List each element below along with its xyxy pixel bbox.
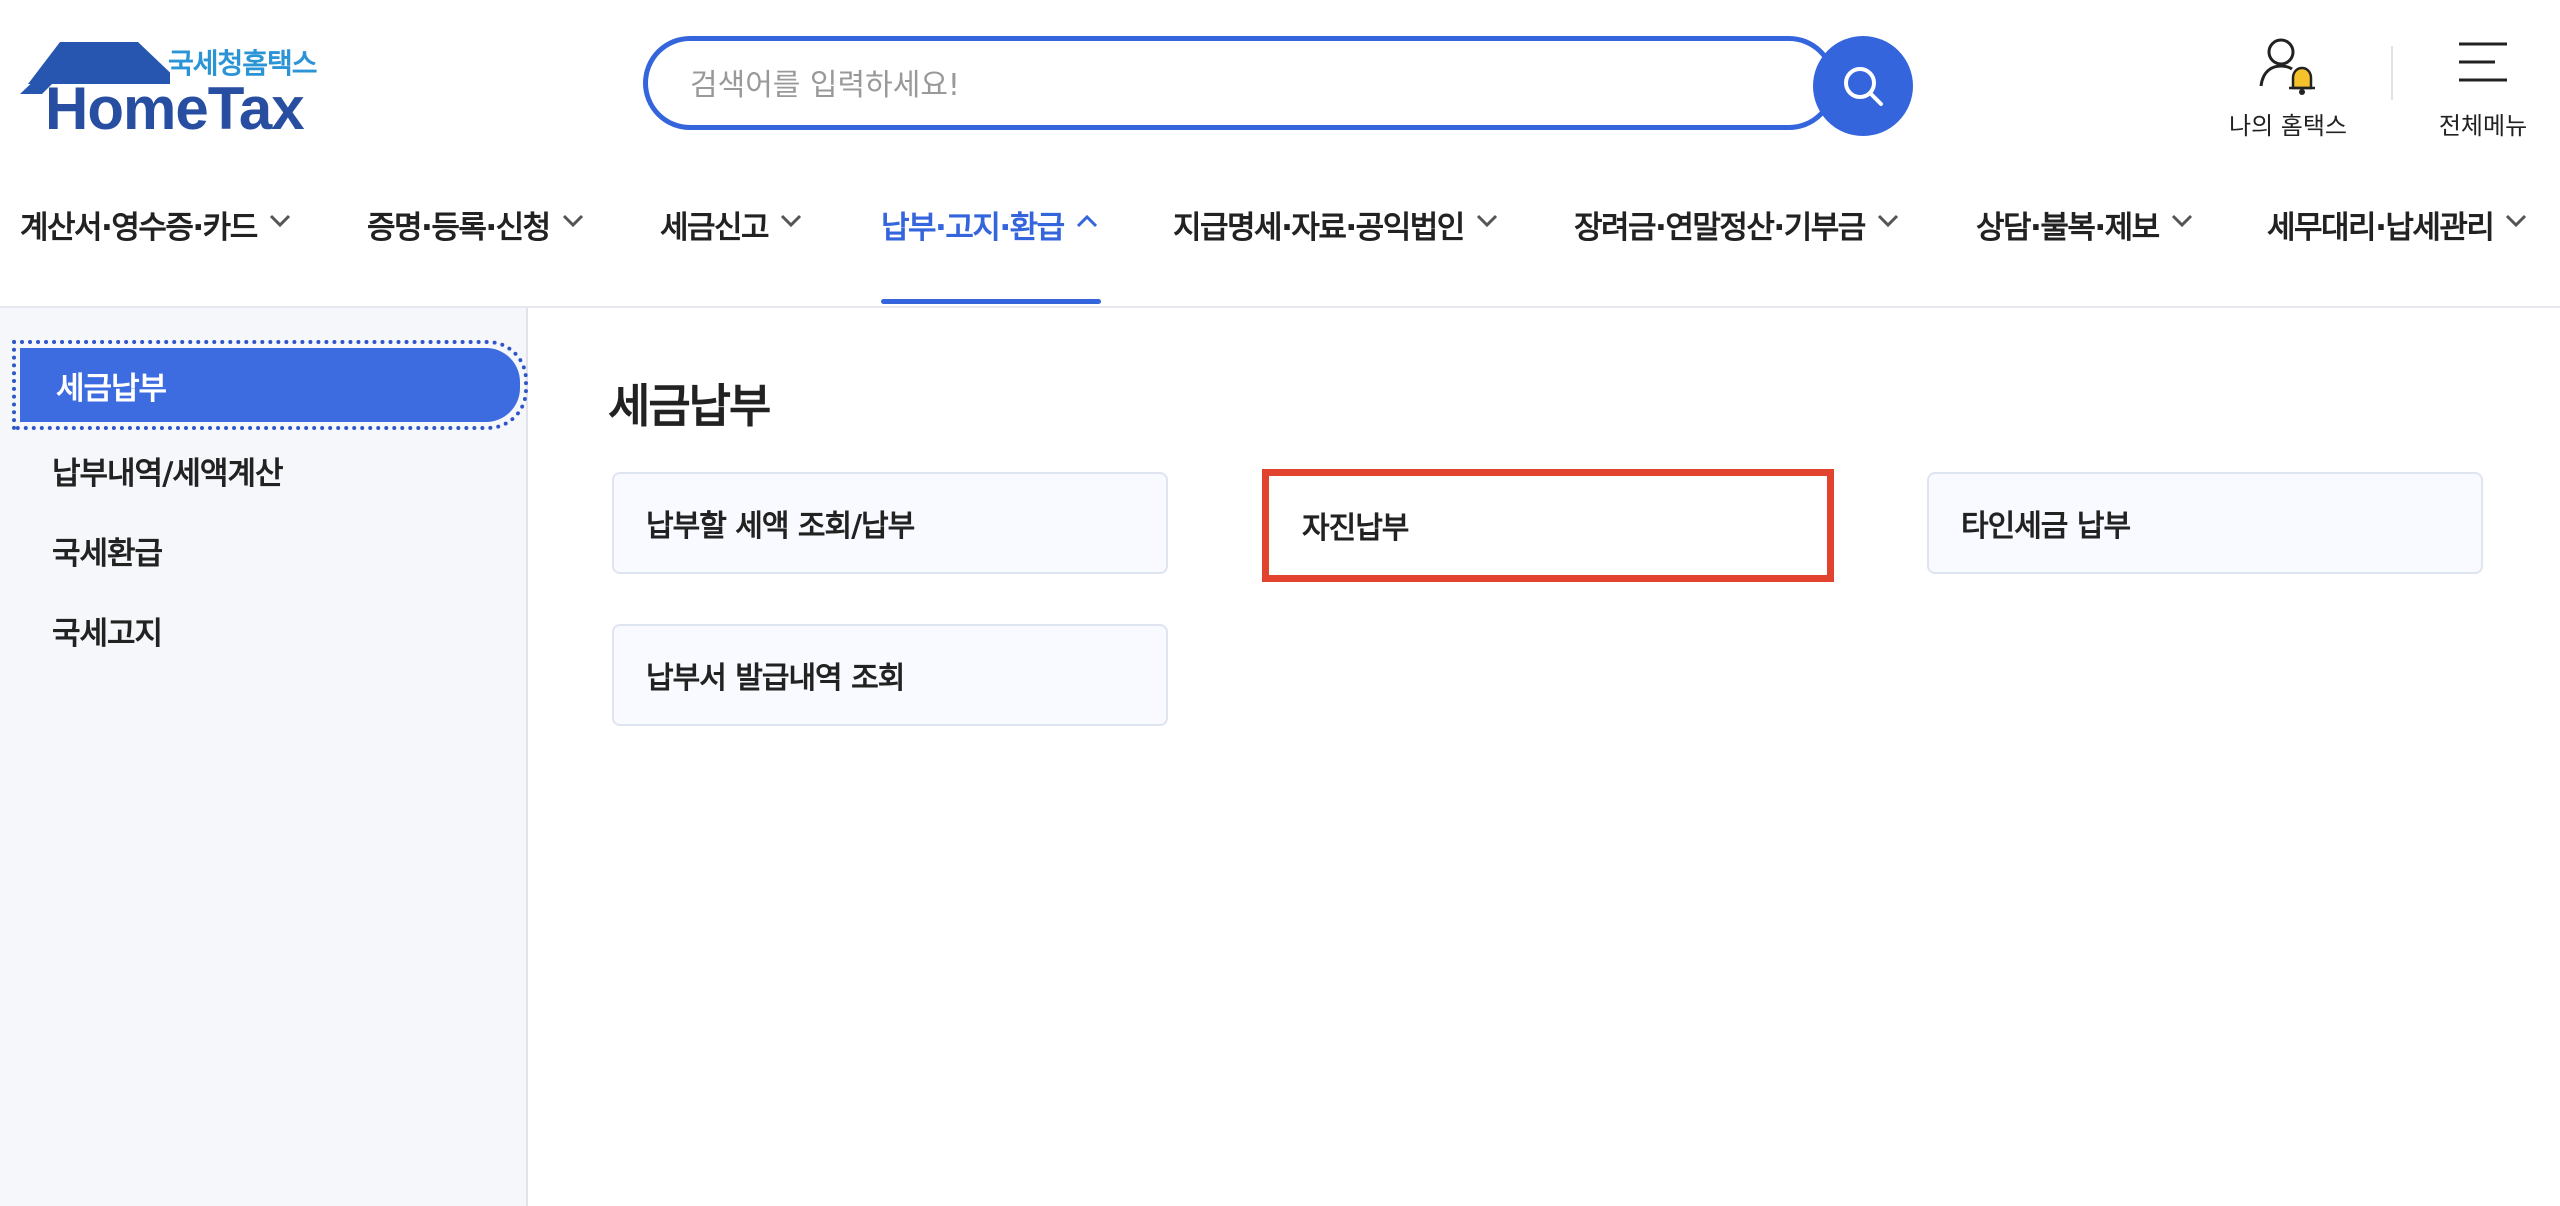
card-payment-slip-history[interactable]: 납부서 발급내역 조회 (612, 624, 1168, 726)
gnb-item-payment[interactable]: 납부·고지·환급 (881, 202, 1098, 306)
gnb-item-label: 세금신고 (660, 210, 770, 246)
gnb-item-certificate[interactable]: 증명·등록·신청 (367, 202, 584, 306)
my-hometax-label: 나의 홈택스 (2228, 112, 2348, 140)
page-title: 세금납부 (608, 379, 771, 433)
gnb-item-label: 증명·등록·신청 (367, 210, 551, 246)
sidebar-item-label: 세금납부 (20, 348, 520, 422)
global-nav: 계산서·영수증·카드 증명·등록·신청 세금신고 납부·고지·환급 지급명세·자… (0, 180, 2560, 308)
gnb-item-label: 납부·고지·환급 (881, 210, 1065, 246)
gnb-item-label: 계산서·영수증·카드 (20, 210, 258, 246)
hometax-logo[interactable]: 국세청홈택스 HomeTax (20, 38, 325, 142)
user-bell-icon (2259, 38, 2315, 95)
gnb-item-payment-statement[interactable]: 지급명세·자료·공익법인 (1173, 202, 1498, 306)
all-menu-label: 전체메뉴 (2438, 112, 2528, 140)
card-tax-inquiry-payment[interactable]: 납부할 세액 조회/납부 (612, 472, 1168, 574)
gnb-item-label: 장려금·연말정산·기부금 (1574, 210, 1866, 246)
card-self-payment[interactable]: 자진납부 (1270, 476, 1826, 574)
chevron-down-icon (269, 214, 290, 228)
gnb-item-label: 지급명세·자료·공익법인 (1173, 210, 1465, 246)
search-icon (1844, 67, 1883, 106)
gnb-item-incentive[interactable]: 장려금·연말정산·기부금 (1574, 202, 1899, 306)
search-button[interactable] (1813, 36, 1913, 136)
gnb-item-label: 세무대리·납세관리 (2267, 210, 2495, 246)
gnb-item-tax-report[interactable]: 세금신고 (660, 202, 802, 306)
gnb-item-tax-agent[interactable]: 세무대리·납세관리 (2267, 202, 2527, 306)
search-bar (643, 36, 1913, 136)
chevron-down-icon (2171, 214, 2192, 228)
chevron-down-icon (781, 214, 802, 228)
all-menu-button[interactable]: 전체메뉴 (2418, 34, 2548, 141)
card-other-tax-payment[interactable]: 타인세금 납부 (1927, 472, 2483, 574)
hamburger-menu-icon (2459, 42, 2507, 82)
gnb-active-indicator (881, 299, 1101, 304)
sidebar: 세금납부 납부내역/세액계산 국세환급 국세고지 (0, 308, 528, 1206)
chevron-down-icon (2506, 214, 2527, 228)
search-input[interactable] (688, 61, 1772, 109)
sidebar-item-tax-refund[interactable]: 국세환급 (52, 528, 163, 573)
gnb-item-label: 상담·불복·제보 (1976, 210, 2160, 246)
chevron-up-icon (1076, 214, 1097, 228)
logo-english-text: HomeTax (45, 75, 305, 142)
my-hometax-button[interactable]: 나의 홈택스 (2208, 34, 2368, 141)
gnb-item-invoice[interactable]: 계산서·영수증·카드 (20, 202, 291, 306)
chevron-down-icon (562, 214, 583, 228)
sidebar-item-payment-history[interactable]: 납부내역/세액계산 (52, 448, 283, 493)
search-box (643, 36, 1836, 130)
gnb-item-consult[interactable]: 상담·불복·제보 (1976, 202, 2193, 306)
chevron-down-icon (1476, 214, 1497, 228)
sidebar-item-tax-notice[interactable]: 국세고지 (52, 608, 163, 653)
sidebar-item-tax-payment[interactable]: 세금납부 (12, 340, 528, 430)
util-divider (2391, 46, 2393, 100)
chevron-down-icon (1877, 214, 1898, 228)
